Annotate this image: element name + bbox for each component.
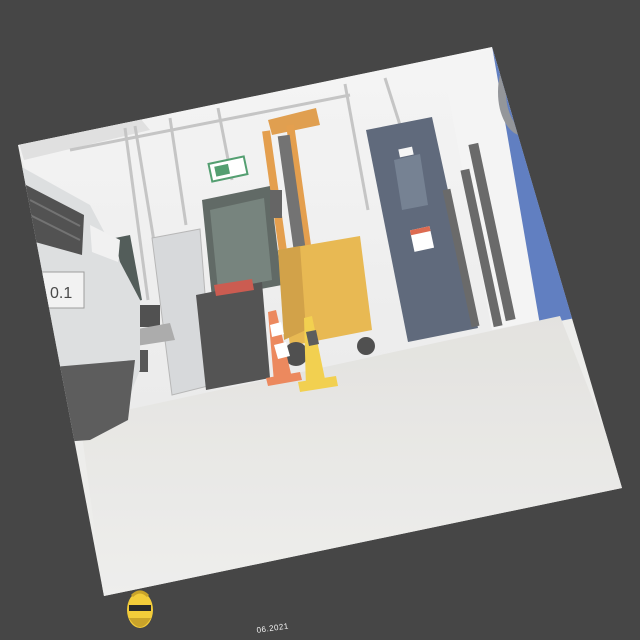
rotated-photo-canvas: 0.1	[18, 47, 622, 628]
bearded-face-logo	[127, 590, 153, 628]
photo-content: 0.1	[18, 47, 622, 596]
